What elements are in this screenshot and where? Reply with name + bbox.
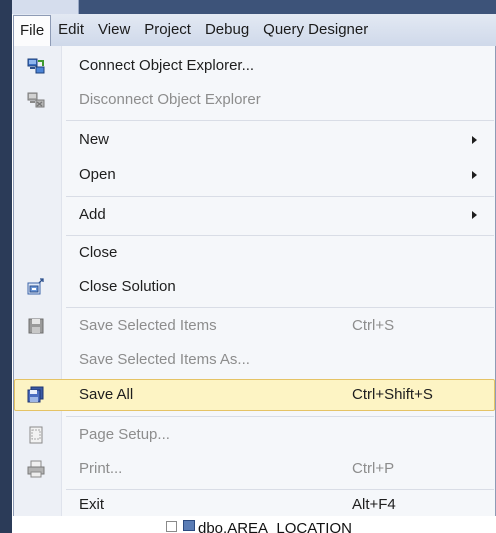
menu-separator: [66, 416, 494, 417]
menu-item-close-solution[interactable]: Close Solution: [14, 271, 495, 303]
menu-item-page-setup[interactable]: Page Setup...: [14, 419, 495, 451]
print-icon: [27, 460, 45, 478]
page-setup-icon: [29, 426, 43, 444]
submenu-arrow-icon: [472, 171, 477, 179]
menu-item-disconnect-object-explorer[interactable]: Disconnect Object Explorer: [14, 84, 495, 116]
menu-item-label: Add: [79, 206, 106, 223]
menu-item-new[interactable]: New: [14, 124, 495, 156]
menu-item-save-all[interactable]: Save All Ctrl+Shift+S: [14, 379, 495, 411]
disconnect-object-explorer-icon: [27, 92, 45, 108]
save-icon: [28, 318, 44, 334]
menu-item-save-selected-items[interactable]: Save Selected Items Ctrl+S: [14, 310, 495, 342]
save-all-icon: [27, 386, 44, 403]
menu-item-label: Close Solution: [79, 278, 176, 295]
menu-item-label: Connect Object Explorer...: [79, 57, 255, 74]
menu-item-connect-object-explorer[interactable]: Connect Object Explorer...: [14, 50, 495, 82]
menu-file[interactable]: File: [13, 14, 52, 47]
menu-separator: [66, 196, 494, 197]
menu-bar: File Edit View Project Debug Query Desig…: [13, 14, 496, 47]
menu-item-label: Save Selected Items: [79, 317, 217, 334]
menu-debug[interactable]: Debug: [198, 17, 256, 43]
menu-item-shortcut: Ctrl+S: [352, 317, 395, 334]
connect-object-explorer-icon: [27, 58, 45, 74]
menu-separator: [66, 235, 494, 236]
menu-item-save-selected-items-as[interactable]: Save Selected Items As...: [14, 344, 495, 376]
menu-item-label: Page Setup...: [79, 426, 170, 443]
menu-item-close[interactable]: Close: [14, 237, 495, 269]
close-solution-icon: [27, 278, 44, 295]
menu-item-exit[interactable]: Exit Alt+F4: [14, 490, 495, 516]
menu-item-label: Disconnect Object Explorer: [79, 91, 261, 108]
menu-item-label: Open: [79, 166, 116, 183]
menu-item-label: New: [79, 131, 110, 148]
expand-icon[interactable]: [166, 521, 177, 532]
menu-edit[interactable]: Edit: [51, 17, 91, 43]
menu-item-shortcut: Ctrl+Shift+S: [352, 386, 433, 403]
file-menu-dropdown: Connect Object Explorer... Disconnect Ob…: [13, 46, 496, 516]
menu-item-label: Exit: [79, 496, 105, 513]
menu-item-shortcut: Alt+F4: [352, 496, 396, 513]
object-explorer-edge: [0, 0, 12, 533]
submenu-arrow-icon: [472, 136, 477, 144]
menu-separator: [66, 307, 494, 308]
table-icon: [183, 520, 195, 531]
menu-item-shortcut: Ctrl+P: [352, 460, 395, 477]
menu-item-label: Close: [79, 244, 118, 261]
menu-item-print[interactable]: Print... Ctrl+P: [14, 453, 495, 485]
menu-item-open[interactable]: Open: [14, 159, 495, 191]
tree-item-label[interactable]: dbo.AREA_LOCATION: [198, 519, 352, 533]
menu-item-label: Save Selected Items As...: [79, 351, 250, 368]
submenu-arrow-icon: [472, 211, 477, 219]
menu-query-designer[interactable]: Query Designer: [256, 17, 375, 43]
menu-separator: [66, 120, 494, 121]
menu-item-label: Print...: [79, 460, 123, 477]
menu-project[interactable]: Project: [137, 17, 198, 43]
menu-item-add[interactable]: Add: [14, 199, 495, 231]
menu-view[interactable]: View: [91, 17, 137, 43]
menu-item-label: Save All: [79, 386, 134, 403]
